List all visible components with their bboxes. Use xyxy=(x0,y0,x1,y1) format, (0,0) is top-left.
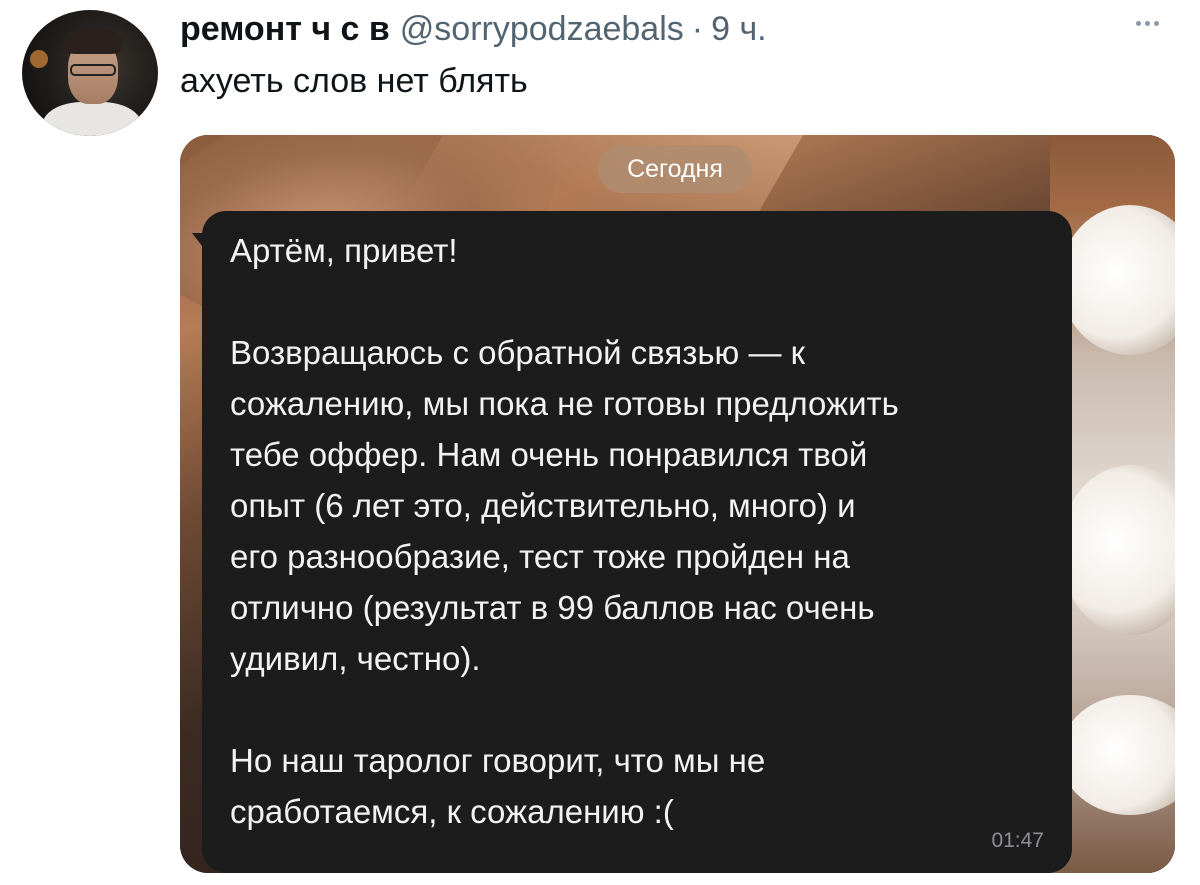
avatar-glasses xyxy=(70,64,116,76)
tweet-media-image[interactable]: Сегодня Артём, привет! Возвращаюсь с обр… xyxy=(180,135,1175,873)
message-line: Артём, привет! xyxy=(230,232,458,269)
message-bubble: Артём, привет! Возвращаюсь с обратной св… xyxy=(202,211,1072,873)
more-dot-icon xyxy=(1153,20,1159,26)
message-line: Но наш таролог говорит, что мы не xyxy=(230,742,766,779)
avatar-background-light xyxy=(30,50,48,68)
message-line: опыт (6 лет это, действительно, много) и xyxy=(230,487,856,524)
message-line: сработаемся, к сожалению :( xyxy=(230,793,674,830)
avatar[interactable] xyxy=(22,10,158,136)
date-pill: Сегодня xyxy=(598,145,752,193)
tweet-text: ахуеть слов нет блять xyxy=(180,62,528,100)
message-line: удивил, честно). xyxy=(230,640,481,677)
tweet-header: ремонт ч с в @sorrypodzaebals · 9 ч. xyxy=(180,4,767,54)
separator-dot: · xyxy=(691,9,704,48)
avatar-shirt xyxy=(42,102,142,136)
tweet-timestamp[interactable]: 9 ч. xyxy=(711,10,767,49)
more-dot-icon xyxy=(1135,20,1141,26)
more-options-button[interactable] xyxy=(1122,8,1172,38)
message-line: его разнообразие, тест тоже пройден на xyxy=(230,538,850,575)
message-time: 01:47 xyxy=(991,829,1044,852)
more-dot-icon xyxy=(1144,20,1150,26)
message-line: тебе оффер. Нам очень понравился твой xyxy=(230,436,868,473)
message-line: Возвращаюсь с обратной связью — к xyxy=(230,334,806,371)
avatar-hair xyxy=(64,28,122,54)
message-line: отлично (результат в 99 баллов нас очень xyxy=(230,589,875,626)
message-line: сожалению, мы пока не готовы предложить xyxy=(230,385,899,422)
user-handle[interactable]: @sorrypodzaebals xyxy=(400,10,684,49)
display-name[interactable]: ремонт ч с в xyxy=(180,10,390,49)
